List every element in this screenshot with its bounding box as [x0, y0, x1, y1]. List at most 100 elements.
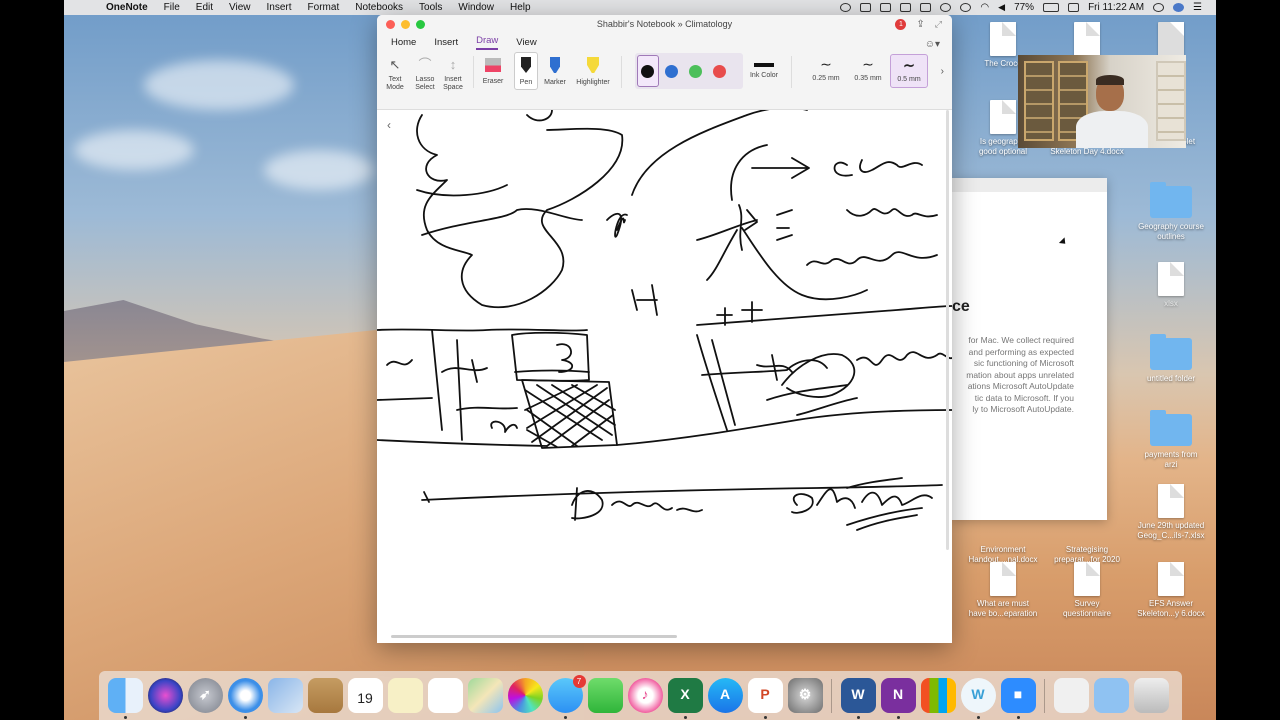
- page-canvas[interactable]: ‹: [377, 110, 952, 643]
- background-document-window[interactable]: ce for Mac. We collect required and perf…: [952, 178, 1107, 520]
- battery-percent[interactable]: 77%: [1014, 2, 1034, 13]
- downloads-icon[interactable]: [1093, 678, 1129, 713]
- volume-icon[interactable]: ◀: [998, 2, 1005, 13]
- thickness-0-5[interactable]: ∼ 0.5 mm: [890, 54, 928, 88]
- flag-icon[interactable]: [1068, 3, 1080, 12]
- preview-icon[interactable]: [267, 678, 303, 713]
- app-store-icon[interactable]: A: [707, 678, 743, 713]
- webcam-video-overlay[interactable]: [1018, 55, 1186, 148]
- eraser-icon: [485, 58, 501, 72]
- time-machine-icon[interactable]: [940, 3, 952, 12]
- system-preferences-icon[interactable]: ⚙: [787, 678, 823, 713]
- vertical-scrollbar[interactable]: [946, 110, 949, 550]
- tab-home[interactable]: Home: [391, 37, 416, 50]
- menu-view[interactable]: View: [221, 2, 259, 13]
- color-green-swatch[interactable]: [689, 65, 702, 78]
- menu-format[interactable]: Format: [300, 2, 348, 13]
- minimize-window-button[interactable]: [401, 20, 410, 29]
- desktop-file-june29[interactable]: June 29th updated Geog_C...ils-7.xlsx: [1130, 484, 1212, 541]
- window-title: Shabbir's Notebook » Climatology: [596, 19, 733, 29]
- wacom-icon[interactable]: W: [960, 678, 996, 719]
- facetime-icon[interactable]: [587, 678, 623, 713]
- presenter-body: [1076, 111, 1148, 148]
- desktop-folder-geography-course[interactable]: Geography course outlines: [1130, 182, 1212, 242]
- thickness-0-25[interactable]: ∼ 0.25 mm: [807, 54, 845, 88]
- xlsx-file-icon: [1158, 262, 1184, 296]
- excel-icon[interactable]: X: [667, 678, 703, 719]
- launchpad-icon[interactable]: ➶: [187, 678, 223, 713]
- fullscreen-icon[interactable]: ⤢: [935, 15, 942, 34]
- clock[interactable]: Fri 11:22 AM: [1088, 2, 1144, 13]
- text-mode-button[interactable]: ↖ Text Mode: [379, 54, 411, 92]
- menu-app-name[interactable]: OneNote: [98, 2, 156, 13]
- desktop-file-must-have[interactable]: What are must have bo...eparation: [962, 562, 1044, 619]
- color-red-swatch[interactable]: [713, 65, 726, 78]
- window-titlebar[interactable]: Shabbir's Notebook » Climatology 1 ⇪ ⤢: [377, 15, 952, 34]
- tab-insert[interactable]: Insert: [434, 37, 458, 50]
- desktop-file-efs-skeleton-6[interactable]: EFS Answer Skeleton...y 6.docx: [1130, 562, 1212, 619]
- record-status-icon[interactable]: [840, 3, 852, 12]
- notification-badge[interactable]: 1: [895, 19, 907, 30]
- onenote-window[interactable]: Shabbir's Notebook » Climatology 1 ⇪ ⤢ H…: [377, 15, 952, 643]
- cloud-status-icon[interactable]: [860, 3, 872, 12]
- itunes-icon[interactable]: ♪: [627, 678, 663, 713]
- desktop-folder-payments[interactable]: payments from arzi: [1130, 410, 1212, 470]
- close-window-button[interactable]: [386, 20, 395, 29]
- wifi-icon[interactable]: ◠: [980, 2, 989, 13]
- color-blue-swatch[interactable]: [665, 65, 678, 78]
- zoom-icon[interactable]: ■: [1000, 678, 1036, 719]
- menu-tools[interactable]: Tools: [411, 2, 450, 13]
- menu-help[interactable]: Help: [502, 2, 539, 13]
- spotlight-search-icon[interactable]: [1153, 3, 1165, 12]
- tab-view[interactable]: View: [516, 37, 536, 50]
- documents-icon[interactable]: [1053, 678, 1089, 713]
- ink-color-button[interactable]: Ink Color: [747, 54, 781, 79]
- menu-window[interactable]: Window: [450, 2, 502, 13]
- safari-icon[interactable]: [227, 678, 263, 719]
- powerpoint-icon[interactable]: P: [747, 678, 783, 719]
- document-window-titlebar[interactable]: [952, 178, 1107, 192]
- tab-draw[interactable]: Draw: [476, 35, 499, 50]
- desktop-file-xlsx[interactable]: xlsx: [1130, 262, 1212, 309]
- menu-notebooks[interactable]: Notebooks: [347, 2, 411, 13]
- desktop-folder-untitled[interactable]: untitled folder: [1130, 334, 1212, 384]
- notes-icon[interactable]: [307, 678, 343, 713]
- photos-icon[interactable]: [507, 678, 543, 713]
- zoom-window-button[interactable]: [416, 20, 425, 29]
- maps-icon[interactable]: [467, 678, 503, 713]
- notification-center-icon[interactable]: ☰: [1193, 2, 1202, 13]
- pen-button[interactable]: Pen: [510, 54, 542, 87]
- finder-icon[interactable]: [107, 678, 143, 719]
- desktop-file-wacom-top[interactable]: [1130, 22, 1212, 59]
- feedback-smiley-icon[interactable]: ☺▾: [925, 39, 940, 50]
- desktop-file-survey[interactable]: Survey questionnaire: [1046, 562, 1128, 619]
- highlighter-button[interactable]: Highlighter: [573, 54, 613, 87]
- menu-insert[interactable]: Insert: [259, 2, 300, 13]
- user-avatar-icon[interactable]: [1173, 3, 1185, 12]
- color-black-swatch[interactable]: [641, 65, 654, 78]
- battery-icon[interactable]: [1043, 3, 1060, 12]
- trash-icon[interactable]: [1133, 678, 1169, 713]
- marker-button[interactable]: Marker: [539, 54, 571, 87]
- screen-icon[interactable]: [920, 3, 932, 12]
- desktop-file-efs-top[interactable]: [1046, 22, 1128, 59]
- insert-space-button[interactable]: ↕ Insert Space: [437, 54, 469, 92]
- ribbon-scroll-right-icon[interactable]: ›: [941, 66, 944, 77]
- share-icon[interactable]: ⇪: [916, 15, 924, 34]
- stickies-icon[interactable]: [387, 678, 423, 713]
- menu-edit[interactable]: Edit: [188, 2, 221, 13]
- horizontal-scrollbar[interactable]: [391, 635, 677, 638]
- eraser-button[interactable]: Eraser: [477, 54, 509, 86]
- menu-file[interactable]: File: [156, 2, 188, 13]
- messages-icon[interactable]: 7: [547, 675, 586, 719]
- dropbox-icon[interactable]: [880, 3, 892, 12]
- siri-icon[interactable]: [147, 678, 183, 713]
- reminders-icon[interactable]: [427, 678, 463, 713]
- airplay-icon[interactable]: [900, 3, 912, 12]
- onenote-icon[interactable]: N: [880, 678, 916, 719]
- thickness-0-35[interactable]: ∼ 0.35 mm: [849, 54, 887, 88]
- bluetooth-icon[interactable]: [960, 3, 972, 12]
- word-icon[interactable]: W: [840, 678, 876, 719]
- office-icon[interactable]: [920, 678, 956, 713]
- calendar-icon[interactable]: 19: [347, 678, 383, 713]
